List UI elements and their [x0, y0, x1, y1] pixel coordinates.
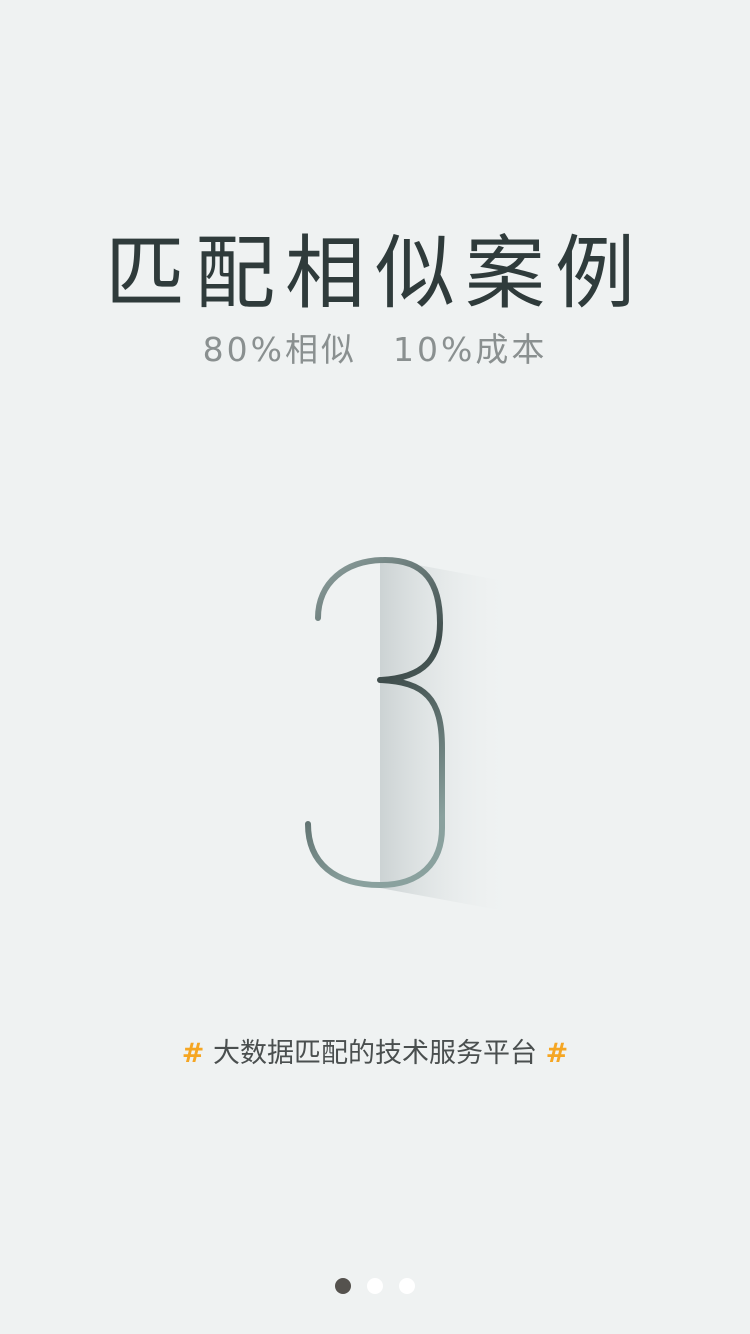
tagline: # 大数据匹配的技术服务平台 #	[0, 1034, 750, 1074]
page-dot-2[interactable]	[367, 1278, 383, 1294]
subtitle-cost: 10%成本	[393, 330, 548, 369]
hash-icon: #	[181, 1038, 205, 1069]
onboarding-screen[interactable]: 匹配相似案例 80%相似 10%成本 3 # 大数据匹配的技术服务平台	[0, 0, 750, 1334]
step-number-illustration: 3	[290, 548, 530, 928]
page-dot-1[interactable]	[335, 1278, 351, 1294]
page-title: 匹配相似案例	[105, 227, 645, 320]
page-subtitle: 80%相似 10%成本	[0, 328, 750, 372]
page-indicator[interactable]	[0, 1278, 750, 1294]
subtitle-similarity: 80%相似	[202, 330, 357, 369]
page-dot-3[interactable]	[399, 1278, 415, 1294]
tagline-text: 大数据匹配的技术服务平台	[213, 1038, 537, 1069]
hash-icon: #	[545, 1038, 569, 1069]
